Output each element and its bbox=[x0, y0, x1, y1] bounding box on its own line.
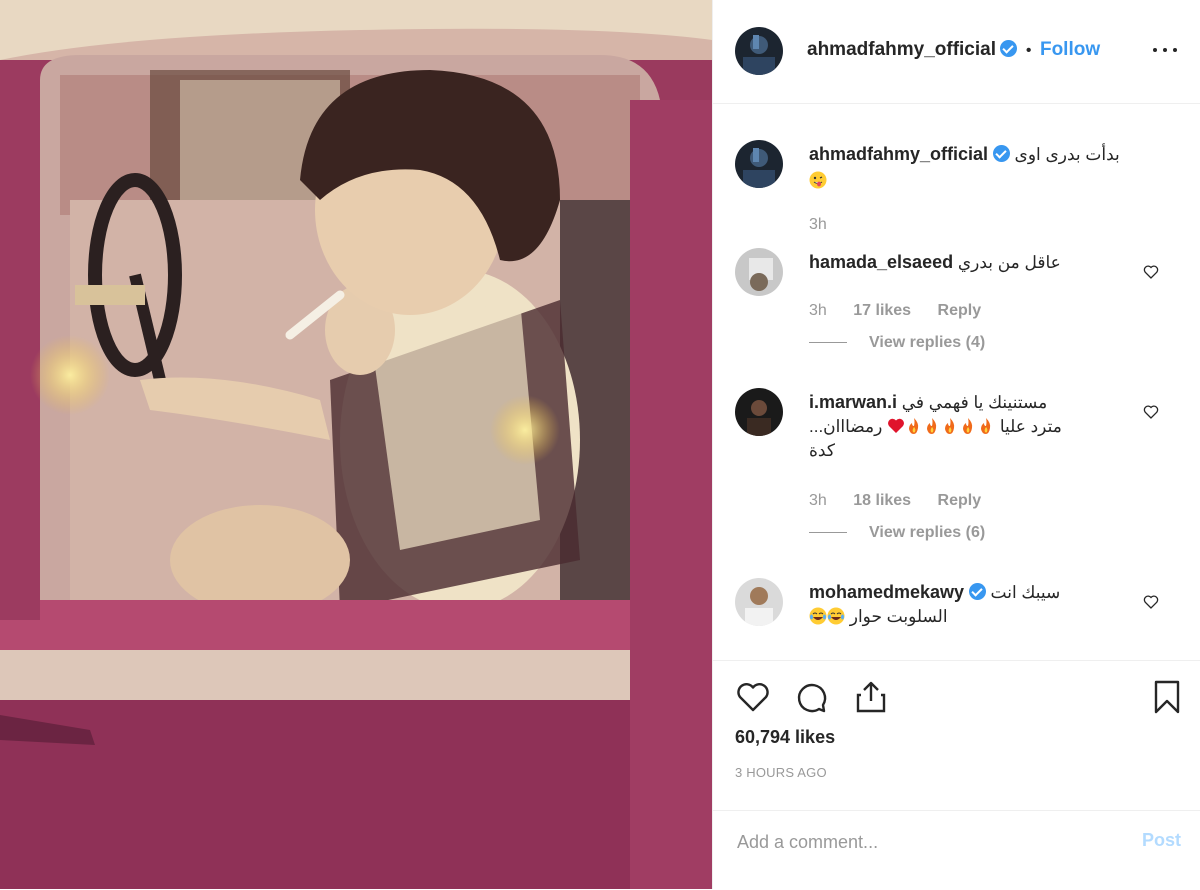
follow-button[interactable]: Follow bbox=[1040, 39, 1100, 60]
commenter-avatar[interactable] bbox=[735, 248, 783, 296]
post-timestamp: 3 HOURS AGO bbox=[735, 765, 827, 780]
fire-icon bbox=[927, 418, 937, 434]
fire-icon bbox=[909, 418, 919, 434]
comment-3-text-line2: السلوبت حوار bbox=[849, 607, 948, 626]
comment-2-username[interactable]: i.marwan.i bbox=[809, 392, 897, 412]
fire-icon bbox=[963, 418, 973, 434]
verified-badge-icon bbox=[968, 583, 986, 600]
fire-icon bbox=[945, 418, 955, 434]
fire-icon bbox=[981, 418, 991, 434]
post-photo[interactable] bbox=[0, 0, 712, 889]
post-header: ahmadfahmy_official • Follow bbox=[713, 0, 1200, 104]
comment-2-view-replies[interactable]: View replies (6) bbox=[809, 524, 985, 542]
comment-2-text-line3: كدة bbox=[809, 441, 835, 460]
comment-2-reply[interactable]: Reply bbox=[938, 492, 982, 509]
comment-1-view-replies[interactable]: View replies (4) bbox=[809, 334, 985, 352]
commenter-avatar[interactable] bbox=[735, 388, 783, 436]
caption: ahmadfahmy_official بدأت بدرى اوى bbox=[809, 142, 1129, 193]
divider-line bbox=[809, 342, 847, 344]
comment-2-time: 3h bbox=[809, 492, 827, 509]
comment-1-text: عاقل من بدري bbox=[957, 253, 1061, 272]
comment-1-meta: 3h 17 likes Reply bbox=[809, 302, 981, 320]
verified-badge-icon bbox=[1000, 40, 1018, 57]
view-replies-label[interactable]: View replies (4) bbox=[869, 334, 985, 351]
comment-2: i.marwan.i مستنينك يا فهمي في ...مترد عل… bbox=[809, 390, 1129, 463]
comment-1: hamada_elsaeed عاقل من بدري bbox=[809, 250, 1129, 275]
comment-1-likes[interactable]: 17 likes bbox=[853, 302, 911, 319]
bookmark-icon[interactable] bbox=[1149, 679, 1185, 715]
caption-username[interactable]: ahmadfahmy_official bbox=[809, 144, 988, 164]
separator-dot: • bbox=[1025, 42, 1032, 59]
divider-line bbox=[809, 532, 847, 534]
more-options-icon[interactable] bbox=[1153, 40, 1179, 60]
tears-of-joy-icon bbox=[827, 607, 845, 625]
comment-2-likes[interactable]: 18 likes bbox=[853, 492, 911, 509]
comment-1-username[interactable]: hamada_elsaeed bbox=[809, 252, 953, 272]
post-actions: 60,794 likes 3 HOURS AGO bbox=[713, 660, 1200, 811]
comment-icon[interactable] bbox=[793, 679, 829, 715]
likes-count[interactable]: 60,794 likes bbox=[735, 727, 835, 748]
tears-of-joy-icon bbox=[809, 607, 827, 625]
stuck-out-tongue-winking-eye-icon bbox=[809, 171, 827, 189]
like-comment-3-heart-icon[interactable] bbox=[1143, 594, 1159, 610]
comment-3-username[interactable]: mohamedmekawy bbox=[809, 582, 964, 602]
comments-list[interactable]: ahmadfahmy_official بدأت بدرى اوى 3h ham… bbox=[713, 104, 1200, 659]
comment-2-meta: 3h 18 likes Reply bbox=[809, 492, 981, 510]
comment-3-text-line1: سيبك انت bbox=[990, 583, 1061, 602]
caption-author-avatar[interactable] bbox=[735, 140, 783, 188]
add-comment-bar: Post bbox=[713, 810, 1200, 890]
view-replies-label[interactable]: View replies (6) bbox=[869, 524, 985, 541]
header-meta: ahmadfahmy_official • Follow bbox=[807, 39, 1100, 61]
comment-1-reply[interactable]: Reply bbox=[938, 302, 982, 319]
post-side-panel: ahmadfahmy_official • Follow ahmadfahmy_… bbox=[712, 0, 1200, 889]
like-comment-1-heart-icon[interactable] bbox=[1143, 264, 1159, 280]
add-comment-input[interactable] bbox=[735, 827, 1119, 857]
comment-3: mohamedmekawy سيبك انت السلوبت حوار bbox=[809, 580, 1129, 629]
share-icon[interactable] bbox=[853, 679, 889, 715]
instagram-post: ahmadfahmy_official • Follow ahmadfahmy_… bbox=[0, 0, 1200, 889]
author-avatar[interactable] bbox=[735, 27, 783, 75]
post-comment-button[interactable]: Post bbox=[1142, 830, 1181, 851]
verified-badge-icon bbox=[992, 145, 1010, 162]
commenter-avatar[interactable] bbox=[735, 578, 783, 626]
like-heart-icon[interactable] bbox=[735, 679, 771, 715]
comment-2-text-line2: رمضااان bbox=[823, 417, 883, 436]
like-comment-2-heart-icon[interactable] bbox=[1143, 404, 1159, 420]
comment-1-time: 3h bbox=[809, 302, 827, 319]
red-heart-icon bbox=[888, 418, 905, 433]
caption-time: 3h bbox=[809, 216, 827, 233]
comment-2-text-line1: مستنينك يا فهمي في bbox=[901, 393, 1048, 412]
caption-text: بدأت بدرى اوى bbox=[1014, 145, 1120, 164]
author-username[interactable]: ahmadfahmy_official bbox=[807, 39, 996, 60]
